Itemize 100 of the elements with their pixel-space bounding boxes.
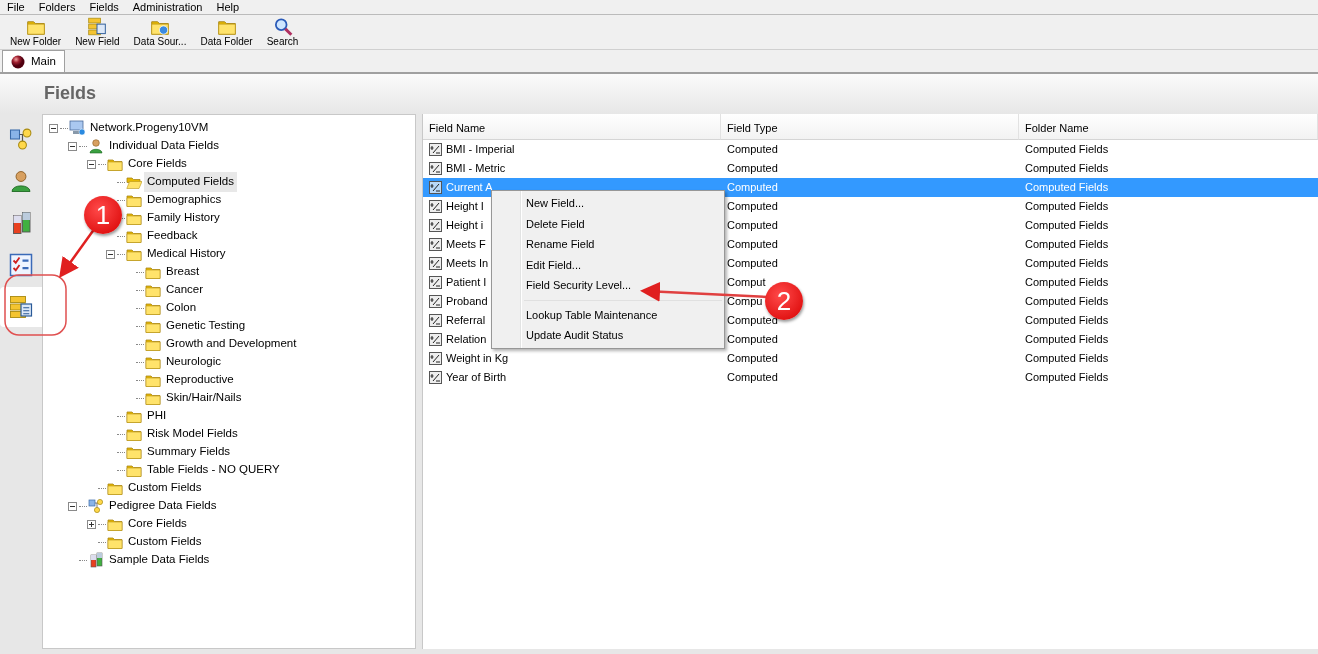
table-cell-text: Meets In <box>446 256 489 272</box>
tree-item[interactable]: Reproductive <box>163 370 237 390</box>
folder-icon <box>145 264 161 280</box>
tree-item[interactable]: Colon <box>163 298 200 318</box>
column-header[interactable]: Folder Name <box>1019 114 1318 140</box>
expander-button[interactable] <box>87 159 96 169</box>
tree-item[interactable]: Skin/Hair/Nails <box>163 388 245 408</box>
tree-item[interactable]: Custom Fields <box>125 532 205 552</box>
menu-item[interactable]: Help <box>216 0 240 14</box>
menu-item[interactable]: Update Audit Status <box>492 325 724 346</box>
pedigree-icon <box>9 127 33 151</box>
table-cell-text: Computed <box>727 161 778 177</box>
calculator-icon <box>429 143 442 156</box>
tree-item[interactable]: Cancer <box>163 280 207 300</box>
tree-item[interactable]: Pedigree Data Fields <box>106 496 220 516</box>
table-cell-text: Computed <box>727 237 778 253</box>
expander-button[interactable] <box>87 519 96 529</box>
menu-item[interactable]: Folders <box>38 0 76 14</box>
table-cell-text: Computed Fields <box>1025 313 1109 329</box>
pedigree-icon <box>88 498 104 514</box>
folder-icon <box>126 192 142 208</box>
tree-item[interactable]: Individual Data Fields <box>106 136 222 156</box>
table-cell-text: Proband <box>446 294 488 310</box>
search-icon <box>272 17 293 36</box>
tree-item[interactable]: Table Fields - NO QUERY <box>144 460 283 480</box>
menu-item[interactable]: Fields <box>89 0 119 14</box>
tree-item[interactable]: Computed Fields <box>144 172 237 192</box>
menu-item[interactable]: New Field... <box>492 193 724 214</box>
toolbar-button[interactable]: Search <box>260 17 305 47</box>
person-icon <box>9 169 33 193</box>
table-cell-text: Patient I <box>446 275 487 291</box>
tree-item[interactable]: Neurologic <box>163 352 224 372</box>
page-title: Fields <box>43 82 97 105</box>
calculator-icon <box>429 314 442 327</box>
calculator-icon <box>429 371 442 384</box>
toolbar-button[interactable]: Data Folder <box>194 17 259 47</box>
table-cell-text: Computed <box>727 180 778 196</box>
folder-icon <box>126 210 142 226</box>
tree-item[interactable]: Core Fields <box>125 154 190 174</box>
table-cell-text: Current A <box>446 180 493 196</box>
folder-icon <box>126 462 142 478</box>
calculator-icon <box>429 162 442 175</box>
menu-item[interactable]: Edit Field... <box>492 254 724 275</box>
expander-button[interactable] <box>49 123 58 133</box>
folder-icon <box>145 390 161 406</box>
database-icon <box>87 17 108 36</box>
menu-item[interactable]: Field Security Level... <box>492 275 724 296</box>
tree-item[interactable]: Feedback <box>144 226 201 246</box>
table-cell-text: Computed Fields <box>1025 161 1109 177</box>
folder-icon <box>126 174 142 190</box>
column-header[interactable]: Field Name <box>423 114 721 140</box>
tab[interactable]: Main <box>2 50 65 72</box>
tree-item[interactable]: Custom Fields <box>125 478 205 498</box>
folder-icon <box>145 354 161 370</box>
sidebar-button[interactable] <box>0 287 42 327</box>
tree-item[interactable]: Medical History <box>144 244 229 264</box>
tree-item[interactable]: Risk Model Fields <box>144 424 241 444</box>
toolbar-button[interactable]: Data Sour... <box>127 17 193 47</box>
table-cell-text: Computed <box>727 218 778 234</box>
tree-item[interactable]: Family History <box>144 208 223 228</box>
table-cell-text: Computed <box>727 142 778 158</box>
calculator-icon <box>429 181 442 194</box>
table-cell-text: Compu <box>727 294 763 310</box>
table-cell-text: BMI - Metric <box>446 161 506 177</box>
tree-item[interactable]: Demographics <box>144 190 225 210</box>
table-cell-text: Computed Fields <box>1025 218 1109 234</box>
tree-item[interactable]: Network.Progeny10VM <box>87 118 212 138</box>
expander-button[interactable] <box>106 249 115 259</box>
folder-icon <box>107 156 123 172</box>
expander-button[interactable] <box>68 501 77 511</box>
table-cell-text: Computed <box>727 199 778 215</box>
tree-item[interactable]: Breast <box>163 262 203 282</box>
table-cell-text: Computed Fields <box>1025 142 1109 158</box>
tree-item[interactable]: Genetic Testing <box>163 316 249 336</box>
table-cell-text: Meets F <box>446 237 486 253</box>
expander-button[interactable] <box>68 141 77 151</box>
table-cell-text: Computed Fields <box>1025 370 1109 386</box>
column-header[interactable]: Field Type <box>721 114 1019 140</box>
tree-item[interactable]: Growth and Development <box>163 334 300 354</box>
folder-icon <box>126 444 142 460</box>
menu-item[interactable]: Rename Field <box>492 234 724 255</box>
menu-item[interactable]: Delete Field <box>492 213 724 234</box>
tree-item[interactable]: Summary Fields <box>144 442 234 462</box>
menu-item[interactable]: File <box>7 0 25 14</box>
toolbar-button[interactable]: New Field <box>69 17 126 47</box>
menu-item[interactable]: Administration <box>132 0 203 14</box>
chart-icon <box>88 552 104 568</box>
folder-icon <box>126 246 142 262</box>
table-cell-text: Computed <box>727 351 778 367</box>
folder-icon <box>107 516 123 532</box>
table-cell-text: Computed Fields <box>1025 199 1109 215</box>
menu-item[interactable]: Lookup Table Maintenance <box>492 304 724 325</box>
checklist-icon <box>9 253 33 277</box>
toolbar-button[interactable]: New Folder <box>4 17 68 47</box>
tree-item[interactable]: Core Fields <box>125 514 190 534</box>
computer-icon <box>69 120 85 136</box>
table-cell-text: Computed Fields <box>1025 275 1109 291</box>
tree-item[interactable]: Sample Data Fields <box>106 550 213 570</box>
folder-icon <box>145 318 161 334</box>
tree-item[interactable]: PHI <box>144 406 170 426</box>
